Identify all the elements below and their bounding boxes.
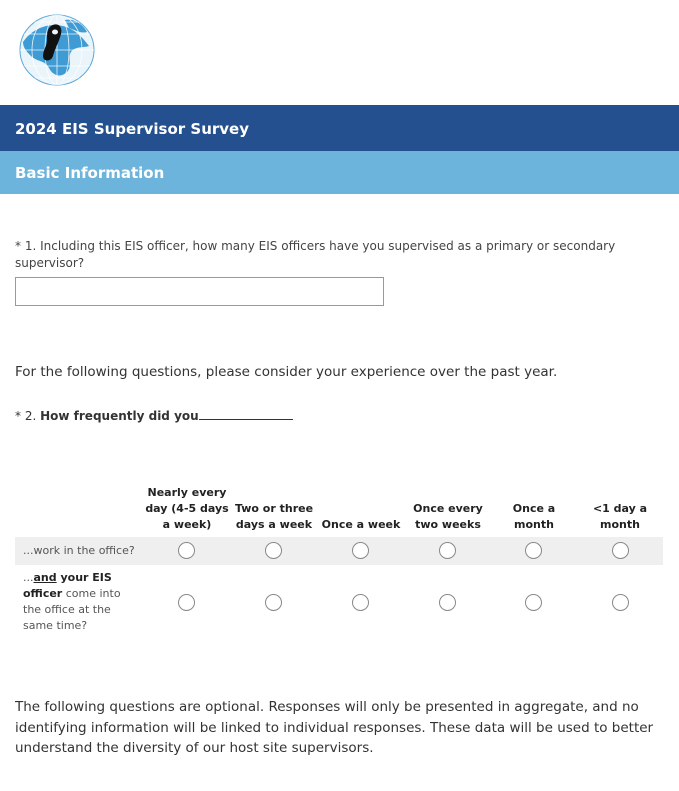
row-label-work-in-office: ...work in the office?: [23, 544, 135, 557]
radio-office-two-three-days[interactable]: [265, 542, 282, 559]
radio-office-once-a-week[interactable]: [352, 542, 369, 559]
radio-same-time-less-than-monthly[interactable]: [612, 594, 629, 611]
radio-same-time-once-a-week[interactable]: [352, 594, 369, 611]
optional-questions-notice: The following questions are optional. Re…: [15, 699, 654, 756]
supervised-count-input[interactable]: [15, 277, 384, 306]
radio-office-less-than-monthly[interactable]: [612, 542, 629, 559]
required-mark: *: [15, 239, 21, 253]
fill-in-blank-line: [198, 419, 293, 420]
section-header: Basic Information: [0, 151, 679, 194]
section-title: Basic Information: [15, 164, 165, 182]
survey-title-bar: 2024 EIS Supervisor Survey: [0, 105, 679, 151]
question-text: Including this EIS officer, how many EIS…: [15, 239, 616, 270]
survey-title: 2024 EIS Supervisor Survey: [15, 120, 249, 138]
question-1: * 1. Including this EIS officer, how man…: [15, 238, 635, 272]
radio-same-time-two-three-days[interactable]: [265, 594, 282, 611]
question-number: 2.: [24, 409, 37, 423]
column-header-once-a-week: Once a week: [321, 518, 401, 531]
question-2: * 2. How frequently did you: [15, 409, 293, 423]
question-number: 1.: [24, 239, 37, 253]
intro-text: For the following questions, please cons…: [15, 364, 558, 380]
column-header-less-than-one-day-month: <1 day a month: [592, 502, 648, 531]
radio-office-once-every-two-weeks[interactable]: [439, 542, 456, 559]
globe-logo-icon: [19, 14, 95, 86]
column-header-once-a-month: Once a month: [512, 502, 556, 531]
required-mark: *: [15, 409, 21, 423]
radio-same-time-once-a-month[interactable]: [525, 594, 542, 611]
radio-same-time-nearly-every-day[interactable]: [178, 594, 195, 611]
row-label-office-same-time: ...and your EIS officer come into the of…: [23, 571, 121, 632]
radio-office-once-a-month[interactable]: [525, 542, 542, 559]
radio-office-nearly-every-day[interactable]: [178, 542, 195, 559]
column-header-once-every-two-weeks: Once every two weeks: [413, 502, 483, 531]
column-header-nearly-every-day: Nearly every day (4-5 days a week): [145, 486, 229, 531]
radio-same-time-once-every-two-weeks[interactable]: [439, 594, 456, 611]
column-header-two-three-days: Two or three days a week: [234, 502, 314, 531]
question-text: How frequently did you: [40, 409, 199, 423]
